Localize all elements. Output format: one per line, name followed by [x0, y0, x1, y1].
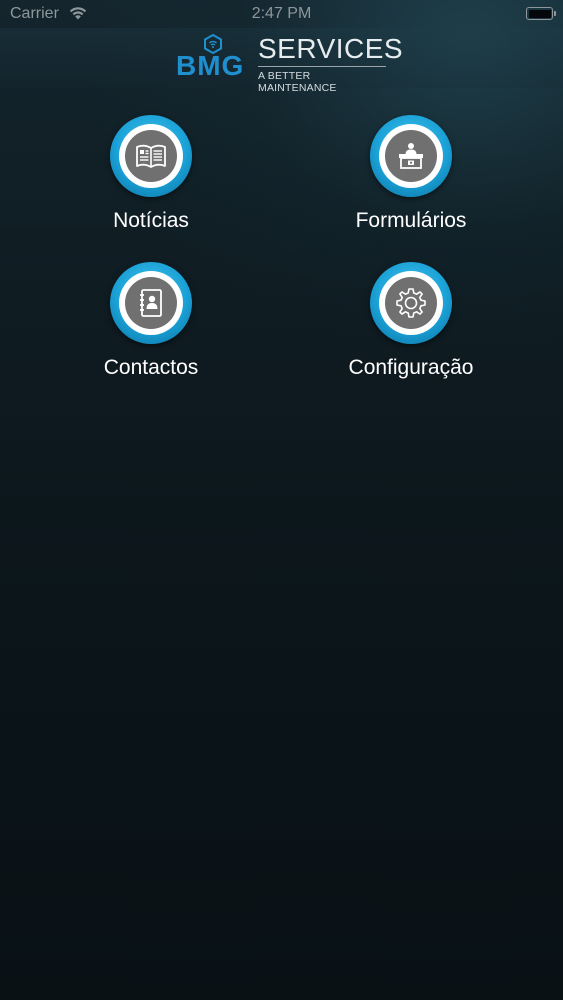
logo-brand: BMG	[176, 50, 245, 81]
menu-label-contactos: Contactos	[103, 356, 199, 379]
gear-icon	[396, 288, 426, 318]
menu-item-configuracao[interactable]: Configuração	[301, 262, 521, 382]
logo-tagline: A BETTER MAINTENANCE	[258, 70, 337, 94]
battery-icon	[526, 7, 556, 20]
newspaper-icon	[136, 144, 166, 168]
menu-label-noticias: Notícias	[113, 209, 189, 232]
bmg-services-logo: BMG SERVICES A BETTER MAINTENANCE	[176, 34, 403, 95]
contactos-icon-button[interactable]	[110, 262, 192, 344]
contact-book-icon	[140, 289, 162, 317]
desk-form-icon	[399, 143, 423, 169]
logo-name: SERVICES	[258, 33, 404, 64]
status-bar: Carrier 2:47 PM	[0, 0, 563, 30]
app-header: BMG SERVICES A BETTER MAINTENANCE	[0, 28, 563, 95]
menu-item-contactos[interactable]: Contactos	[41, 262, 261, 382]
formularios-icon-button[interactable]	[370, 115, 452, 197]
menu-item-formularios[interactable]: Formulários	[301, 115, 521, 235]
noticias-icon-button[interactable]	[110, 115, 192, 197]
logo-divider	[258, 66, 386, 67]
menu-label-formularios: Formulários	[355, 209, 467, 232]
configuracao-icon-button[interactable]	[370, 262, 452, 344]
menu-item-noticias[interactable]: Notícias	[41, 115, 261, 235]
menu-label-configuracao: Configuração	[348, 356, 474, 379]
status-time: 2:47 PM	[251, 5, 312, 22]
